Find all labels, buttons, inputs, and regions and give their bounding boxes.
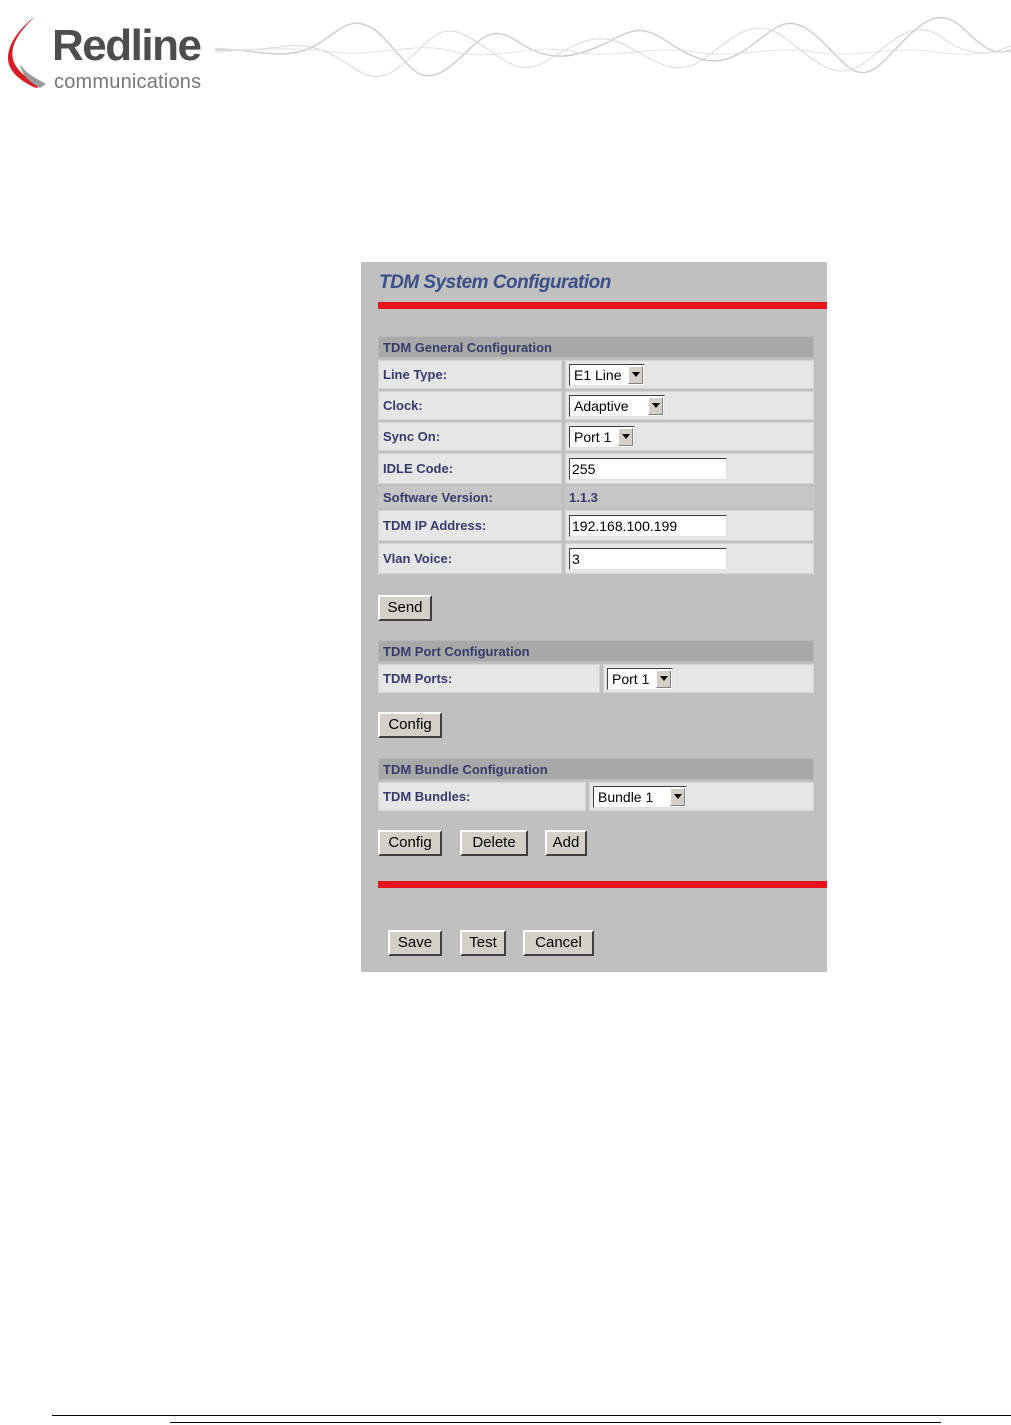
clock-cell: Adaptive <box>565 391 814 420</box>
idle-code-input[interactable]: 255 <box>569 457 727 480</box>
software-version-label: Software Version: <box>378 486 562 508</box>
cancel-button[interactable]: Cancel <box>523 930 594 956</box>
bundle-delete-button[interactable]: Delete <box>460 830 528 856</box>
test-button[interactable]: Test <box>460 930 506 956</box>
idle-code-label: IDLE Code: <box>378 453 562 484</box>
redline-logo: Redline communications <box>6 14 216 93</box>
general-config-section: TDM General Configuration Line Type: E1 … <box>378 336 814 574</box>
line-type-value: E1 Line <box>574 366 622 383</box>
page-title: TDM System Configuration <box>379 272 611 293</box>
line-type-row: Line Type: E1 Line <box>378 360 814 389</box>
tdm-bundles-value: Bundle 1 <box>598 788 654 805</box>
tdm-ip-cell: 192.168.100.199 <box>565 510 814 541</box>
tdm-ip-input[interactable]: 192.168.100.199 <box>569 514 727 537</box>
line-type-label: Line Type: <box>378 360 562 389</box>
footer-rule-short <box>170 1422 941 1423</box>
tdm-bundles-label: TDM Bundles: <box>378 782 586 811</box>
send-button[interactable]: Send <box>378 595 432 621</box>
header-wave-graphic <box>215 16 1011 78</box>
software-version-cell: 1.1.3 <box>565 486 814 508</box>
sync-on-select[interactable]: Port 1 <box>569 425 635 448</box>
port-config-section: TDM Port Configuration TDM Ports: Port 1 <box>378 640 814 693</box>
chevron-down-icon[interactable] <box>670 787 685 806</box>
sync-on-row: Sync On: Port 1 <box>378 422 814 451</box>
bundle-config-section: TDM Bundle Configuration TDM Bundles: Bu… <box>378 758 814 811</box>
sync-on-value: Port 1 <box>574 428 612 445</box>
bundle-config-header: TDM Bundle Configuration <box>378 758 814 780</box>
general-config-header: TDM General Configuration <box>378 336 814 358</box>
port-config-button[interactable]: Config <box>378 712 442 738</box>
chevron-down-icon[interactable] <box>618 427 633 446</box>
clock-label: Clock: <box>378 391 562 420</box>
tdm-bundles-cell: Bundle 1 <box>589 782 814 811</box>
bundle-config-button[interactable]: Config <box>378 830 442 856</box>
top-divider <box>378 302 827 309</box>
line-type-select[interactable]: E1 Line <box>569 363 645 386</box>
tdm-system-config-panel: TDM System Configuration TDM General Con… <box>361 262 827 972</box>
redline-swoosh-icon <box>8 16 46 88</box>
brand-tagline: communications <box>54 71 202 93</box>
chevron-down-icon[interactable] <box>628 365 643 384</box>
bundle-add-button[interactable]: Add <box>545 830 587 856</box>
software-version-value: 1.1.3 <box>569 489 598 505</box>
line-type-cell: E1 Line <box>565 360 814 389</box>
chevron-down-icon[interactable] <box>648 396 663 415</box>
brand-name: Redline <box>52 21 202 70</box>
footer-rule <box>52 1415 1011 1416</box>
tdm-bundles-select[interactable]: Bundle 1 <box>593 785 687 808</box>
tdm-ports-row: TDM Ports: Port 1 <box>378 664 814 693</box>
tdm-bundles-row: TDM Bundles: Bundle 1 <box>378 782 814 811</box>
clock-select[interactable]: Adaptive <box>569 394 665 417</box>
save-button[interactable]: Save <box>388 930 442 956</box>
tdm-ports-cell: Port 1 <box>603 664 814 693</box>
vlan-voice-label: Vlan Voice: <box>378 543 562 574</box>
tdm-ip-label: TDM IP Address: <box>378 510 562 541</box>
sync-on-label: Sync On: <box>378 422 562 451</box>
idle-code-row: IDLE Code: 255 <box>378 453 814 484</box>
idle-code-cell: 255 <box>565 453 814 484</box>
sync-on-cell: Port 1 <box>565 422 814 451</box>
clock-value: Adaptive <box>574 397 629 414</box>
vlan-voice-input[interactable]: 3 <box>569 547 727 570</box>
vlan-voice-cell: 3 <box>565 543 814 574</box>
clock-row: Clock: Adaptive <box>378 391 814 420</box>
port-config-header: TDM Port Configuration <box>378 640 814 662</box>
tdm-ip-row: TDM IP Address: 192.168.100.199 <box>378 510 814 541</box>
chevron-down-icon[interactable] <box>656 669 671 688</box>
tdm-ports-select[interactable]: Port 1 <box>607 667 673 690</box>
tdm-ports-value: Port 1 <box>612 670 650 687</box>
vlan-voice-row: Vlan Voice: 3 <box>378 543 814 574</box>
bottom-divider <box>378 881 827 888</box>
tdm-ports-label: TDM Ports: <box>378 664 600 693</box>
software-version-row: Software Version: 1.1.3 <box>378 486 814 508</box>
